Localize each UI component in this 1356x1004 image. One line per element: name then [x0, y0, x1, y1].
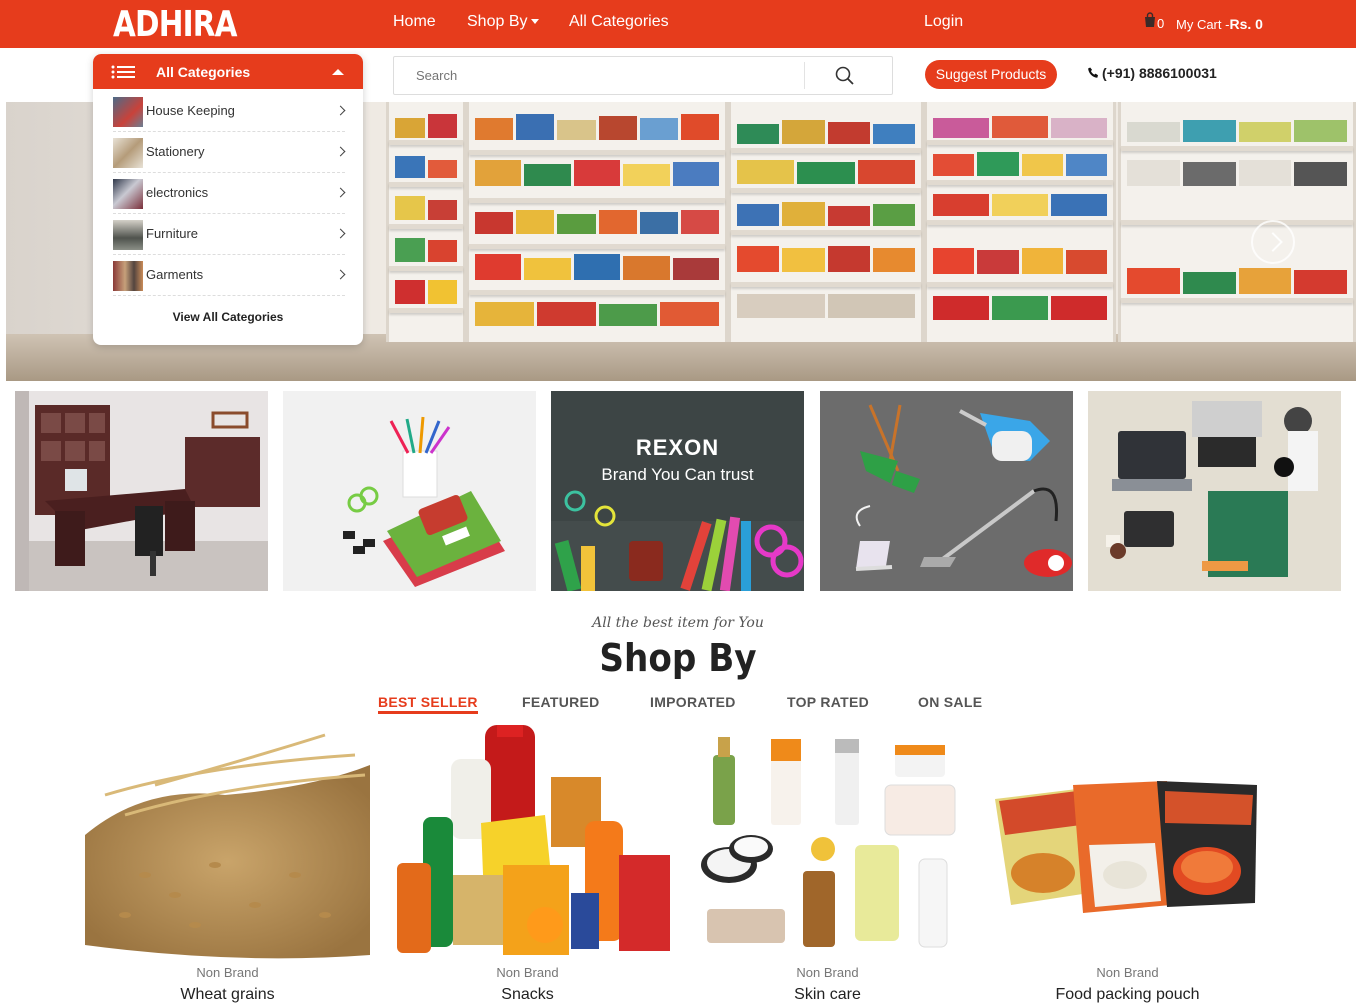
product-name[interactable]: Snacks: [385, 986, 670, 1004]
view-all-categories-link[interactable]: View All Categories: [93, 310, 363, 324]
category-item-label: Stationery: [146, 144, 205, 159]
category-thumbnail: [113, 261, 143, 291]
product-card[interactable]: Non Brand Food packing pouch: [985, 725, 1270, 1004]
product-card[interactable]: Non Brand Wheat grains: [85, 725, 370, 1004]
office-furniture-image: [15, 391, 268, 591]
category-item-garments[interactable]: Garments: [113, 255, 346, 296]
search-input[interactable]: [394, 57, 804, 94]
banner-office-furniture[interactable]: [15, 391, 268, 591]
cleaning-tools-image: [855, 404, 1072, 577]
banner-electronics[interactable]: [1088, 391, 1341, 591]
category-dropdown-title: All Categories: [156, 64, 251, 80]
search-bar: [393, 56, 893, 95]
tab-top-rated[interactable]: TOP RATED: [787, 694, 869, 710]
product-brand: Non Brand: [796, 965, 859, 980]
category-thumbnail: [113, 220, 143, 250]
caret-up-icon: [332, 69, 344, 75]
product-card[interactable]: Non Brand Snacks: [385, 725, 670, 1004]
category-item-furniture[interactable]: Furniture: [113, 214, 346, 255]
search-icon[interactable]: [834, 65, 856, 87]
category-item-electronics[interactable]: electronics: [113, 173, 346, 214]
shelf-unit: [386, 102, 466, 342]
category-item-label: House Keeping: [146, 103, 235, 118]
chevron-right-icon: [335, 187, 346, 198]
site-logo[interactable]: ADHIRA: [113, 4, 238, 45]
banner-rexon[interactable]: REXON Brand You Can trust: [551, 391, 804, 591]
tab-best-seller[interactable]: BEST SELLER: [378, 694, 478, 714]
nav-login[interactable]: Login: [924, 13, 963, 31]
caret-down-icon: [531, 19, 540, 25]
nav-shop-by-label: Shop By: [467, 13, 528, 30]
chevron-right-icon: [335, 146, 346, 157]
electronics-image: [1088, 391, 1341, 591]
product-brand: Non Brand: [1096, 965, 1159, 980]
list-icon: [111, 65, 135, 79]
shop-by-title: Shop By: [599, 636, 757, 680]
cart-label: My Cart -Rs. 0: [1176, 16, 1263, 32]
product-image: [397, 725, 670, 955]
product-image: [85, 733, 370, 959]
cart-label-text: My Cart -: [1176, 17, 1230, 32]
phone-contact[interactable]: (+91) 8886100031: [1088, 65, 1217, 81]
shop-by-tagline: All the best item for You: [592, 615, 764, 631]
cart-count: 0: [1157, 16, 1165, 31]
product-name[interactable]: Wheat grains: [85, 986, 370, 1004]
product-name[interactable]: Skin care: [685, 986, 970, 1004]
product-brand: Non Brand: [196, 965, 259, 980]
category-item-house-keeping[interactable]: House Keeping: [113, 91, 346, 132]
tab-imported[interactable]: IMPORATED: [650, 694, 736, 710]
chevron-right-icon: [335, 105, 346, 116]
category-thumbnail: [113, 97, 143, 127]
chevron-right-icon: [335, 269, 346, 280]
stationery-image: [343, 416, 505, 587]
banner-stationery[interactable]: [283, 391, 536, 591]
hero-next-arrow-icon[interactable]: [1251, 220, 1295, 264]
shopping-bag-icon: [1145, 12, 1155, 27]
nav-shop-by[interactable]: Shop By: [467, 13, 540, 31]
shelf-unit: [1118, 102, 1356, 342]
phone-icon: [1088, 67, 1098, 78]
shelf-unit: [728, 102, 924, 342]
category-thumbnail: [113, 179, 143, 209]
rexon-title: REXON: [635, 435, 720, 460]
chevron-right-icon: [335, 228, 346, 239]
product-card[interactable]: Non Brand Skin care: [685, 725, 970, 1004]
product-image: [995, 781, 1257, 913]
tab-featured[interactable]: FEATURED: [522, 694, 600, 710]
banner-house-keeping[interactable]: [820, 391, 1073, 591]
nav-all-categories[interactable]: All Categories: [569, 13, 669, 31]
category-thumbnail: [113, 138, 143, 168]
product-brand: Non Brand: [496, 965, 559, 980]
category-item-label: Furniture: [146, 226, 199, 241]
tab-on-sale[interactable]: ON SALE: [918, 694, 982, 710]
nav-home[interactable]: Home: [393, 13, 436, 31]
top-navbar: ADHIRA Home Shop By All Categories Login…: [0, 0, 1356, 48]
rexon-subtitle: Brand You Can trust: [601, 465, 754, 484]
category-item-stationery[interactable]: Stationery: [113, 132, 346, 173]
category-item-label: Garments: [146, 267, 204, 282]
suggest-products-button[interactable]: Suggest Products: [925, 60, 1057, 89]
category-item-label: electronics: [146, 185, 209, 200]
product-image: [701, 737, 956, 948]
product-name[interactable]: Food packing pouch: [985, 986, 1270, 1004]
cart-total: Rs. 0: [1229, 16, 1263, 32]
category-dropdown-header[interactable]: All Categories: [93, 54, 363, 89]
shelf-unit: [924, 102, 1116, 342]
phone-number: (+91) 8886100031: [1102, 65, 1217, 81]
category-dropdown: All Categories House Keeping Stationery …: [93, 54, 363, 345]
shelf-unit: [466, 102, 728, 342]
rexon-background: [551, 391, 804, 591]
search-divider: [804, 62, 805, 89]
